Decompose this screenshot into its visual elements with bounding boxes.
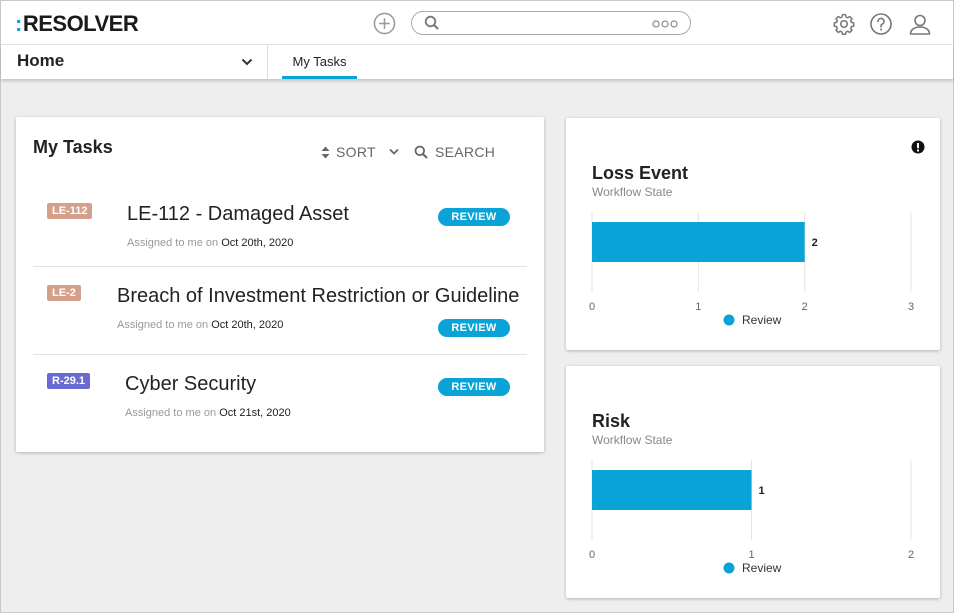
- risk-chart-card: Risk Workflow State 0 1 2 1 Review: [566, 366, 940, 598]
- legend-label[interactable]: Review: [742, 313, 782, 327]
- x-tick-label: 1: [748, 549, 754, 561]
- x-tick-label: 0: [589, 301, 595, 313]
- global-search-input[interactable]: [448, 14, 648, 32]
- my-tasks-panel: My Tasks SORT SEARCH LE-112 LE-112 - Dam…: [16, 117, 544, 452]
- loss-event-chart: 0 1 2 3 2 Review: [589, 212, 914, 327]
- more-options-icon[interactable]: [652, 20, 678, 28]
- task-assigned-date: Assigned to me on Oct 20th, 2020: [117, 319, 284, 331]
- resolver-logo[interactable]: :RESOLVER: [15, 11, 139, 37]
- user-profile-icon[interactable]: [908, 12, 932, 36]
- chart-subtitle: Workflow State: [592, 433, 673, 447]
- task-name[interactable]: Cyber Security: [125, 373, 256, 396]
- sort-arrows-icon: [321, 146, 330, 158]
- x-tick-label: 1: [695, 301, 701, 313]
- chart-bar[interactable]: [592, 222, 805, 262]
- task-name[interactable]: LE-112 - Damaged Asset: [127, 203, 349, 226]
- chart-title: Loss Event: [592, 163, 689, 183]
- task-assigned-date: Assigned to me on Oct 20th, 2020: [127, 237, 294, 249]
- top-bar: :RESOLVER: [1, 1, 953, 45]
- task-assigned-date: Assigned to me on Oct 21st, 2020: [125, 407, 291, 419]
- sort-label: SORT: [336, 144, 376, 160]
- search-label: SEARCH: [435, 144, 496, 160]
- status-badge: REVIEW: [438, 378, 510, 396]
- legend-label[interactable]: Review: [742, 561, 782, 575]
- x-tick-label: 0: [589, 549, 595, 561]
- tab-my-tasks[interactable]: My Tasks: [282, 45, 357, 79]
- legend-marker: [723, 314, 735, 326]
- add-icon[interactable]: [373, 12, 396, 35]
- home-dropdown-label: Home: [17, 51, 65, 70]
- task-item[interactable]: LE-112 LE-112 - Damaged Asset Assigned t…: [33, 187, 527, 267]
- bar-data-label: 2: [812, 237, 818, 249]
- task-id-badge: LE-2: [47, 285, 81, 301]
- gear-icon[interactable]: [832, 12, 856, 36]
- task-item[interactable]: LE-2 Breach of Investment Restriction or…: [33, 267, 527, 355]
- sort-chevron-down-icon[interactable]: [389, 148, 399, 156]
- x-tick-label: 3: [908, 301, 914, 313]
- global-search-box[interactable]: [411, 11, 691, 35]
- task-item[interactable]: R-29.1 Cyber Security Assigned to me on …: [33, 355, 527, 435]
- status-badge: REVIEW: [438, 208, 510, 226]
- legend-marker: [723, 562, 735, 574]
- nav-bar: Home My Tasks: [1, 45, 953, 79]
- home-dropdown[interactable]: Home: [1, 45, 268, 79]
- tab-my-tasks-label: My Tasks: [292, 54, 347, 69]
- task-id-badge: R-29.1: [47, 373, 91, 389]
- loss-event-chart-card: Loss Event Workflow State 0 1 2 3 2 Review: [566, 118, 940, 350]
- task-name[interactable]: Breach of Investment Restriction or Guid…: [117, 285, 519, 308]
- risk-chart: 0 1 21Review: [589, 460, 914, 575]
- sort-button[interactable]: SORT: [321, 144, 376, 160]
- search-tasks-button[interactable]: SEARCH: [414, 144, 495, 160]
- alert-icon[interactable]: [911, 140, 925, 154]
- help-icon[interactable]: [869, 12, 893, 36]
- chart-title: Risk: [592, 411, 631, 431]
- status-badge: REVIEW: [438, 319, 510, 337]
- task-id-badge: LE-112: [47, 203, 93, 219]
- chart-subtitle: Workflow State: [592, 185, 673, 199]
- bar-data-label: 1: [759, 485, 765, 497]
- x-tick-label: 2: [802, 301, 808, 313]
- panel-title: My Tasks: [33, 137, 113, 157]
- chart-bar[interactable]: [592, 470, 752, 510]
- search-icon: [424, 15, 439, 30]
- chevron-down-icon: [241, 58, 253, 66]
- x-tick-label: 2: [908, 549, 914, 561]
- search-icon: [414, 145, 428, 159]
